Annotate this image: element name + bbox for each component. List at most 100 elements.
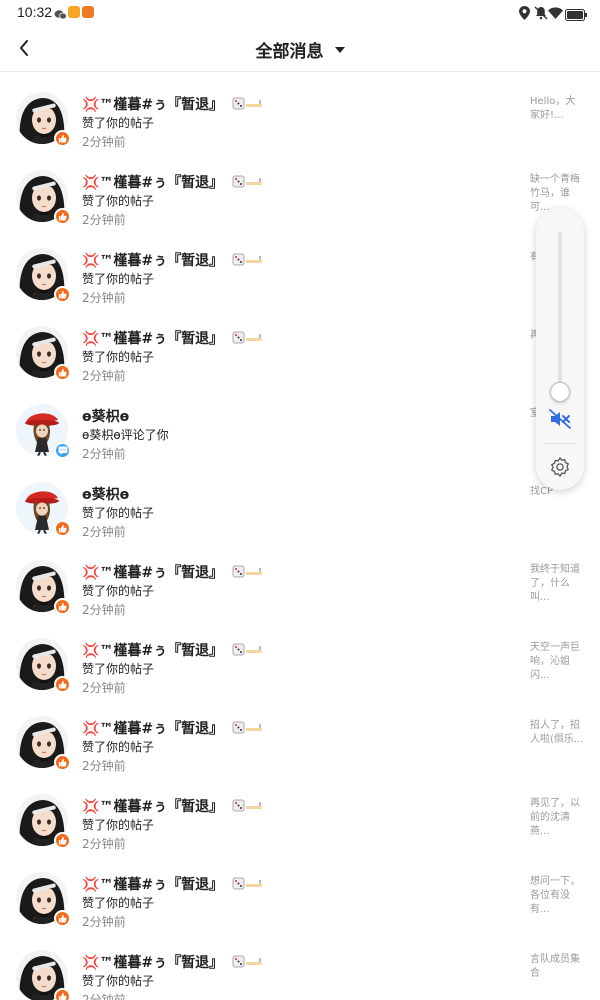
name-decoration-icon [232, 642, 264, 660]
thumbs-up-icon [58, 134, 67, 143]
sender-name[interactable]: 💢™槿暮#ぅ『暂退』 [82, 94, 264, 114]
message-action: 赞了你的帖子 [82, 194, 155, 208]
sender-name[interactable]: 💢™槿暮#ぅ『暂退』 [82, 562, 264, 582]
post-preview[interactable]: Hello，大家好!... [530, 95, 584, 123]
sender-name-text: ɵ葵枳ɵ [82, 409, 130, 425]
sender-name[interactable]: 💢™槿暮#ぅ『暂退』 [82, 328, 264, 348]
sender-name-text: 💢™槿暮#ぅ『暂退』 [82, 721, 224, 737]
name-decoration-icon [232, 876, 264, 894]
wifi-icon [548, 5, 563, 24]
battery-icon [565, 6, 587, 25]
message-action: 赞了你的帖子 [82, 272, 155, 286]
status-bar: 10:32 [0, 0, 600, 26]
sender-name-text: 💢™槿暮#ぅ『暂退』 [82, 877, 224, 893]
sender-name-text: 💢™槿暮#ぅ『暂退』 [82, 175, 224, 191]
message-item[interactable]: 💢™槿暮#ぅ『暂退』 赞了你的帖子 2分钟前 招人了，招人啦(俱乐... [0, 696, 600, 774]
thumbs-up-icon [58, 914, 67, 923]
location-icon [519, 5, 530, 24]
like-badge [54, 754, 71, 771]
thumbs-up-icon [58, 836, 67, 845]
sender-name[interactable]: 💢™槿暮#ぅ『暂退』 [82, 250, 264, 270]
message-time: 2分钟前 [82, 603, 126, 617]
volume-divider [544, 443, 576, 444]
post-preview[interactable]: 天空一声巨响，沁姐闪... [530, 641, 584, 683]
message-time: 2分钟前 [82, 291, 126, 305]
wechat-notification-icon [54, 6, 67, 20]
message-action: ɵ葵枳ɵ评论了你 [82, 428, 169, 442]
page-title: 全部消息 [255, 42, 324, 62]
message-item[interactable]: ɵ葵枳ɵ ɵ葵枳ɵ评论了你 2分钟前 室 [0, 384, 600, 462]
message-action: 赞了你的帖子 [82, 584, 155, 598]
message-item[interactable]: 💢™槿暮#ぅ『暂退』 赞了你的帖子 2分钟前 缺一个青梅竹马，谁可... [0, 150, 600, 228]
like-badge [54, 520, 71, 537]
sender-name[interactable]: ɵ葵枳ɵ [82, 406, 129, 426]
like-badge [54, 676, 71, 693]
message-time: 2分钟前 [82, 681, 126, 695]
comment-badge [54, 442, 71, 459]
mute-toggle-button[interactable] [548, 407, 572, 431]
message-time: 2分钟前 [82, 837, 126, 851]
name-decoration-icon [232, 954, 264, 972]
like-badge [54, 130, 71, 147]
message-action: 赞了你的帖子 [82, 818, 155, 832]
sender-name[interactable]: ɵ葵枳ɵ [82, 484, 129, 504]
name-decoration-icon [232, 330, 264, 348]
volume-slider-handle[interactable] [550, 382, 570, 402]
message-item[interactable]: 💢™槿暮#ぅ『暂退』 赞了你的帖子 2分钟前 我终于知道了，什么叫... [0, 540, 600, 618]
message-action: 赞了你的帖子 [82, 662, 155, 676]
message-item[interactable]: 💢™槿暮#ぅ『暂退』 赞了你的帖子 2分钟前 天空一声巨响，沁姐闪... [0, 618, 600, 696]
thumbs-up-icon [58, 368, 67, 377]
header: 全部消息 [0, 26, 600, 72]
sender-name-text: 💢™槿暮#ぅ『暂退』 [82, 643, 224, 659]
sender-name-text: 💢™槿暮#ぅ『暂退』 [82, 565, 224, 581]
like-badge [54, 832, 71, 849]
post-preview[interactable]: 言队成员集合 [530, 953, 584, 981]
name-decoration-icon [232, 252, 264, 270]
speaker-mute-icon [549, 409, 571, 429]
message-item[interactable]: 💢™槿暮#ぅ『暂退』 赞了你的帖子 2分钟前 想问一下，各位有没有... [0, 852, 600, 930]
message-action: 赞了你的帖子 [82, 350, 155, 364]
message-item[interactable]: 💢™槿暮#ぅ『暂退』 赞了你的帖子 2分钟前 再见了，以前的沈清燕... [0, 774, 600, 852]
sender-name-text: 💢™槿暮#ぅ『暂退』 [82, 331, 224, 347]
sender-name[interactable]: 💢™槿暮#ぅ『暂退』 [82, 172, 264, 192]
like-badge [54, 286, 71, 303]
message-item[interactable]: 💢™槿暮#ぅ『暂退』 赞了你的帖子 2分钟前 再管的 [0, 306, 600, 384]
sender-name-text: 💢™槿暮#ぅ『暂退』 [82, 955, 224, 971]
like-badge [54, 988, 71, 1000]
app-notification-icon [68, 6, 80, 18]
like-badge [54, 208, 71, 225]
thumbs-up-icon [58, 524, 67, 533]
sender-name[interactable]: 💢™槿暮#ぅ『暂退』 [82, 640, 264, 660]
post-preview[interactable]: 我终于知道了，什么叫... [530, 563, 584, 605]
message-action: 赞了你的帖子 [82, 506, 155, 520]
message-time: 2分钟前 [82, 213, 126, 227]
message-time: 2分钟前 [82, 447, 126, 461]
post-preview[interactable]: 再见了，以前的沈清燕... [530, 797, 584, 839]
name-decoration-icon [232, 174, 264, 192]
message-item[interactable]: 💢™槿暮#ぅ『暂退』 赞了你的帖子 2分钟前 Hello，大家好!... [0, 72, 600, 150]
message-action: 赞了你的帖子 [82, 974, 155, 988]
status-time: 10:32 [17, 4, 53, 20]
sender-name-text: 💢™槿暮#ぅ『暂退』 [82, 799, 224, 815]
volume-panel [536, 208, 584, 490]
message-item[interactable]: ɵ葵枳ɵ 赞了你的帖子 2分钟前 找CP [0, 462, 600, 540]
message-list: 💢™槿暮#ぅ『暂退』 赞了你的帖子 2分钟前 Hello，大家好!... 💢™槿… [0, 72, 600, 1000]
thumbs-up-icon [58, 290, 67, 299]
post-preview[interactable]: 想问一下，各位有没有... [530, 875, 584, 917]
message-time: 2分钟前 [82, 369, 126, 383]
volume-slider-track[interactable] [558, 232, 562, 398]
sender-name[interactable]: 💢™槿暮#ぅ『暂退』 [82, 874, 264, 894]
caret-down-icon [334, 46, 345, 53]
sender-name[interactable]: 💢™槿暮#ぅ『暂退』 [82, 952, 264, 972]
message-item[interactable]: 💢™槿暮#ぅ『暂退』 赞了你的帖子 2分钟前 言队成员集合 [0, 930, 600, 1000]
sender-name[interactable]: 💢™槿暮#ぅ『暂退』 [82, 796, 264, 816]
sound-settings-button[interactable] [549, 456, 571, 478]
comment-bubble-icon [58, 446, 67, 455]
title-dropdown[interactable]: 全部消息 [0, 37, 600, 62]
post-preview[interactable]: 招人了，招人啦(俱乐... [530, 719, 584, 747]
message-action: 赞了你的帖子 [82, 896, 155, 910]
message-item[interactable]: 💢™槿暮#ぅ『暂退』 赞了你的帖子 2分钟前 有竹 [0, 228, 600, 306]
thumbs-up-icon [58, 680, 67, 689]
sender-name[interactable]: 💢™槿暮#ぅ『暂退』 [82, 718, 264, 738]
sender-name-text: 💢™槿暮#ぅ『暂退』 [82, 253, 224, 269]
